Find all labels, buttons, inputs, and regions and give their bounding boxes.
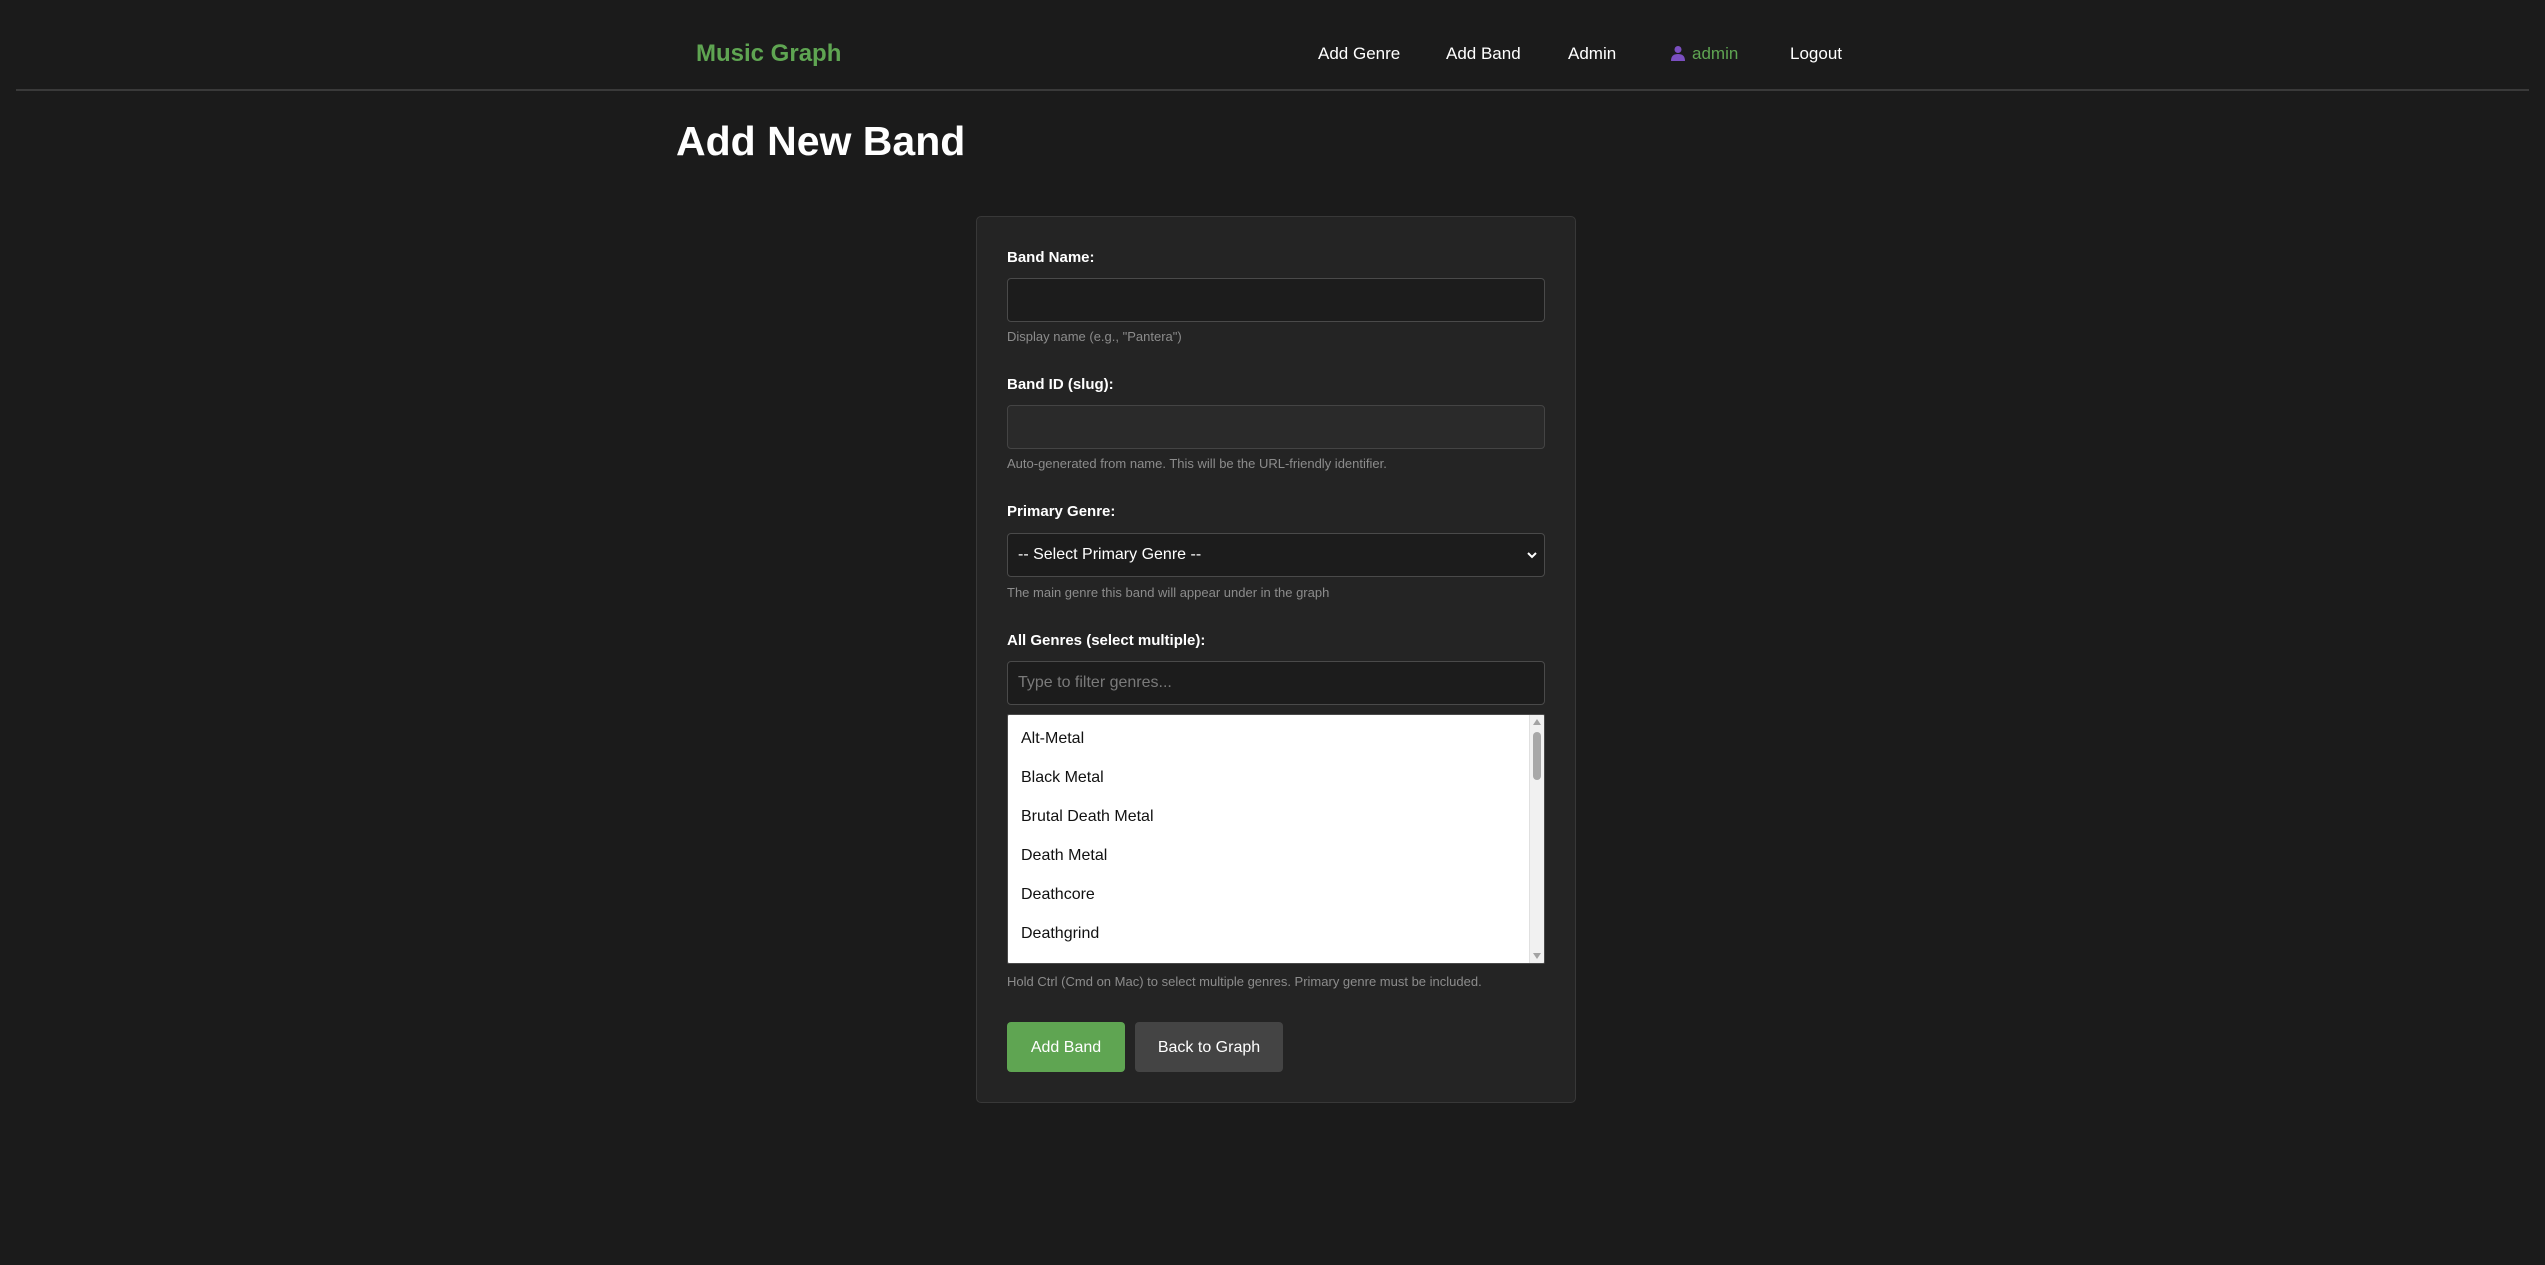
user-icon: [1671, 46, 1685, 61]
brand-logo[interactable]: Music Graph: [696, 40, 841, 68]
band-id-help: Auto-generated from name. This will be t…: [1007, 456, 1387, 471]
primary-genre-selected: -- Select Primary Genre --: [1018, 546, 1202, 563]
scroll-thumb[interactable]: [1533, 732, 1541, 780]
user-name: admin: [1692, 44, 1739, 63]
genre-filter-input[interactable]: [1007, 661, 1545, 705]
band-id-input[interactable]: [1007, 405, 1545, 449]
chevron-down-icon: [1527, 552, 1537, 559]
list-item[interactable]: Death Metal: [1021, 847, 1107, 865]
listbox-scrollbar[interactable]: [1529, 715, 1544, 963]
all-genres-label: All Genres (select multiple):: [1007, 632, 1206, 649]
nav-admin-link[interactable]: Admin: [1568, 44, 1616, 64]
nav-add-genre-link[interactable]: Add Genre: [1318, 44, 1400, 64]
all-genres-help: Hold Ctrl (Cmd on Mac) to select multipl…: [1007, 974, 1482, 989]
list-item[interactable]: Black Metal: [1021, 769, 1104, 787]
nav-user[interactable]: admin: [1670, 44, 1738, 64]
band-name-label: Band Name:: [1007, 249, 1095, 266]
back-to-graph-button[interactable]: Back to Graph: [1135, 1022, 1283, 1072]
primary-genre-help: The main genre this band will appear und…: [1007, 585, 1330, 600]
scroll-up-arrow-icon[interactable]: [1533, 718, 1541, 726]
list-item[interactable]: Brutal Death Metal: [1021, 808, 1154, 826]
scroll-down-arrow-icon[interactable]: [1533, 952, 1541, 960]
nav-logout-link[interactable]: Logout: [1790, 44, 1842, 64]
all-genres-listbox[interactable]: Alt-Metal Black Metal Brutal Death Metal…: [1007, 714, 1545, 964]
list-item[interactable]: Deathgrind: [1021, 925, 1099, 943]
band-name-help: Display name (e.g., "Pantera"): [1007, 329, 1182, 344]
page-title: Add New Band: [676, 118, 966, 164]
band-id-label: Band ID (slug):: [1007, 376, 1114, 393]
add-band-button[interactable]: Add Band: [1007, 1022, 1125, 1072]
navbar: Music Graph Add Genre Add Band Admin adm…: [16, 0, 2529, 91]
band-name-input[interactable]: [1007, 278, 1545, 322]
primary-genre-label: Primary Genre:: [1007, 503, 1116, 520]
primary-genre-select[interactable]: -- Select Primary Genre --: [1007, 533, 1545, 577]
list-item[interactable]: Deathcore: [1021, 886, 1095, 904]
list-item[interactable]: Alt-Metal: [1021, 730, 1084, 748]
nav-add-band-link[interactable]: Add Band: [1446, 44, 1521, 64]
add-band-form: Band Name: Display name (e.g., "Pantera"…: [976, 216, 1576, 1103]
